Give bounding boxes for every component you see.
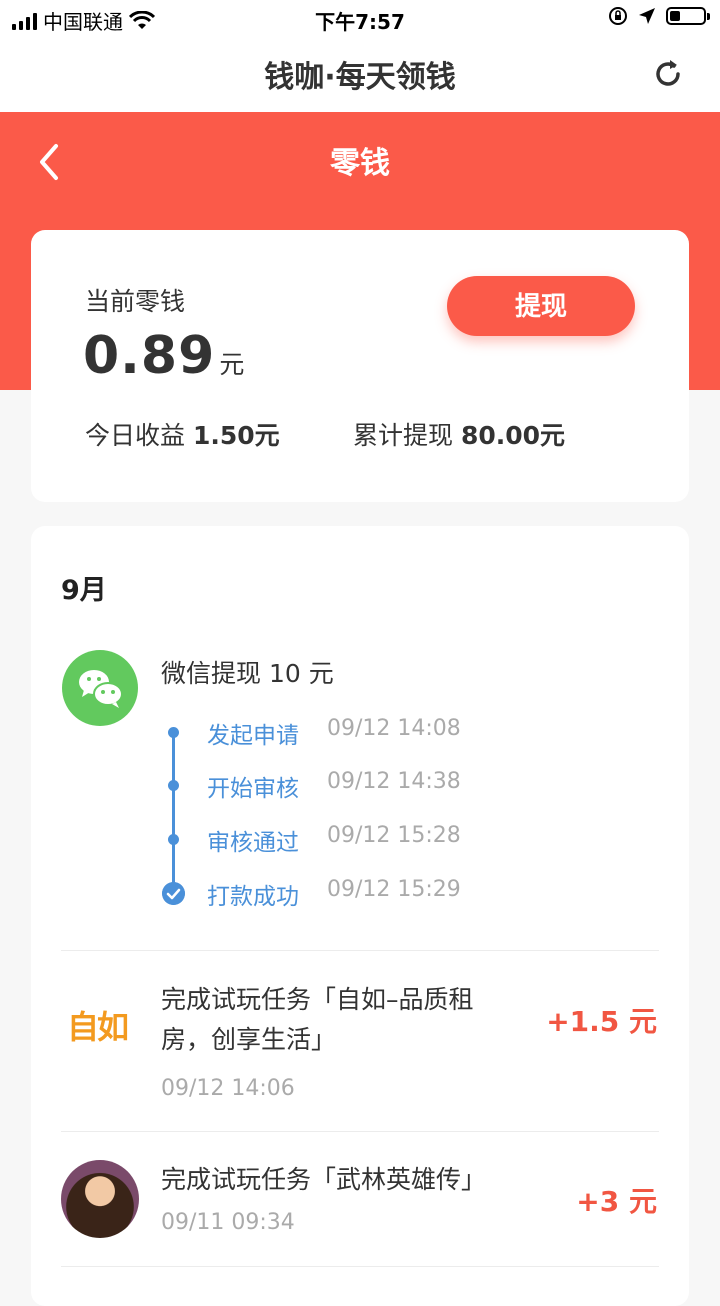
balance-card: 当前零钱 0.89 元 提现 今日收益 1.50元 累计提现 80.00元 xyxy=(31,230,689,502)
balance-unit: 元 xyxy=(219,350,245,379)
timeline-step: 打款成功 09/12 15:29 xyxy=(159,877,639,910)
status-bar: 中国联通 下午7:57 xyxy=(0,0,720,36)
check-icon xyxy=(162,882,185,905)
balance-label: 当前零钱 xyxy=(85,287,186,316)
task-title-line: 房，创享生活」 xyxy=(161,1025,337,1054)
total-withdrawn-label: 累计提现 xyxy=(353,421,454,450)
battery-icon xyxy=(666,7,710,25)
step-label: 发起申请 xyxy=(207,723,299,749)
task-date: 09/12 14:06 xyxy=(161,1076,295,1101)
game-avatar xyxy=(61,1160,139,1238)
refresh-icon[interactable] xyxy=(648,54,688,94)
today-earnings: 今日收益 1.50元 xyxy=(85,416,280,452)
step-label: 打款成功 xyxy=(207,884,299,910)
step-time: 09/12 15:28 xyxy=(327,823,461,848)
task-title-line: 完成试玩任务「自如–品质租 xyxy=(161,985,474,1014)
timeline-dot xyxy=(168,780,179,791)
month-heading: 9月 xyxy=(61,575,107,606)
withdrawal-timeline: 发起申请 09/12 14:08 开始审核 09/12 14:38 审核通过 0… xyxy=(159,716,639,926)
task-date: 09/11 09:34 xyxy=(161,1210,295,1235)
divider xyxy=(61,950,659,951)
task-title: 完成试玩任务「自如–品质租 房，创享生活」 xyxy=(161,980,541,1060)
rotation-lock-icon xyxy=(609,7,627,25)
divider xyxy=(61,1131,659,1132)
balance-amount: 0.89 元 xyxy=(83,326,244,386)
task-title-line: 完成试玩任务「武林英雄传」 xyxy=(161,1165,487,1194)
divider xyxy=(61,1266,659,1267)
timeline-step: 审核通过 09/12 15:28 xyxy=(159,823,639,856)
status-right xyxy=(608,6,710,26)
task-title: 完成试玩任务「武林英雄传」 xyxy=(161,1160,541,1200)
page-title: 零钱 xyxy=(330,146,390,181)
step-time: 09/12 14:38 xyxy=(327,769,461,794)
step-time: 09/12 15:29 xyxy=(327,877,461,902)
total-withdrawn-value: 80.00元 xyxy=(460,421,566,450)
task-reward: +1.5 元 xyxy=(546,1005,657,1038)
step-time: 09/12 14:08 xyxy=(327,716,461,741)
ziroom-logo: 自如 xyxy=(67,1008,129,1046)
location-icon xyxy=(639,8,655,24)
step-label: 审核通过 xyxy=(207,830,299,856)
balance-value: 0.89 xyxy=(83,326,216,386)
app-bar: 钱咖·每天领钱 xyxy=(0,36,720,113)
timeline-line xyxy=(172,732,175,892)
timeline-dot xyxy=(168,834,179,845)
timeline-step: 发起申请 09/12 14:08 xyxy=(159,716,639,749)
withdrawal-title: 微信提现 10 元 xyxy=(161,659,334,688)
step-label: 开始审核 xyxy=(207,776,299,802)
timeline-step: 开始审核 09/12 14:38 xyxy=(159,769,639,802)
wechat-icon xyxy=(62,650,138,726)
withdraw-button[interactable]: 提现 xyxy=(447,276,635,336)
timeline-dot xyxy=(168,727,179,738)
task-reward: +3 元 xyxy=(576,1185,657,1218)
today-earnings-value: 1.50元 xyxy=(192,421,280,450)
today-earnings-label: 今日收益 xyxy=(85,421,186,450)
total-withdrawn: 累计提现 80.00元 xyxy=(353,416,565,452)
records-card: 9月 微信提现 10 元 发起申请 09/12 14:08 开始审核 09/12… xyxy=(31,526,689,1306)
app-title: 钱咖·每天领钱 xyxy=(264,60,456,95)
